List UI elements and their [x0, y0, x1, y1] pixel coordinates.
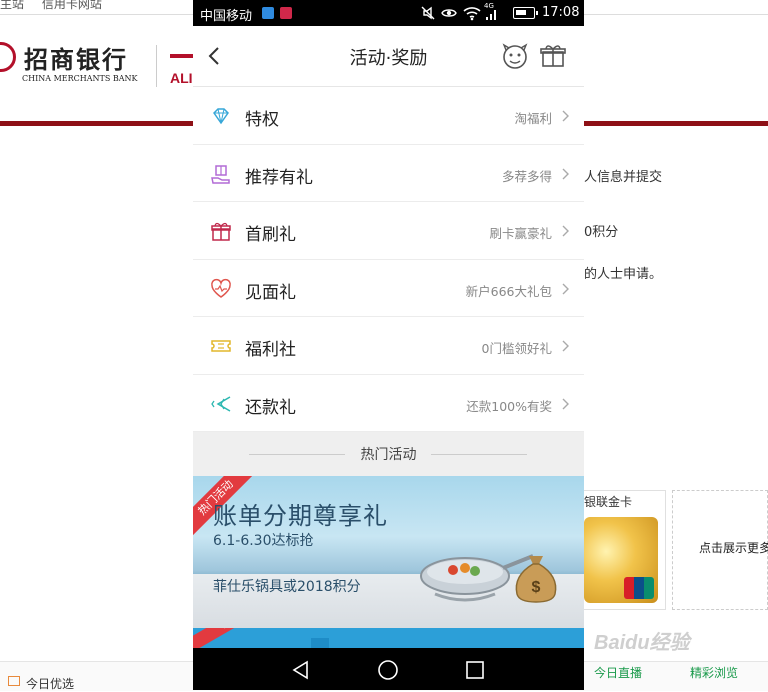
recents-square-icon[interactable]: [464, 659, 486, 681]
bank-logo-name: 招商银行: [24, 45, 128, 74]
menu-item-welcome-gift[interactable]: 见面礼 新户666大礼包: [193, 260, 584, 317]
bottom-right-link-2[interactable]: 精彩浏览: [690, 664, 738, 681]
carrier-name: 中国移动: [200, 9, 253, 24]
card-panel[interactable]: 银联金卡: [584, 490, 666, 610]
menu-item-value: 还款100%有奖: [466, 398, 552, 414]
banner-title: 账单分期尊享礼: [213, 502, 388, 530]
robot-assistant-icon[interactable]: [500, 42, 530, 70]
banner-graphic: [311, 638, 329, 648]
menu-item-label: 首刷礼: [245, 225, 296, 245]
menu-item-value: 淘福利: [514, 111, 552, 126]
eye-icon: [441, 9, 457, 17]
divider: [431, 454, 527, 455]
return-arrow-icon: [211, 395, 231, 412]
network-type: 4G: [484, 2, 494, 10]
banner-description: 菲仕乐锅具或2018积分: [213, 579, 361, 595]
diamond-icon: [213, 108, 229, 125]
clock: 17:08: [542, 5, 580, 20]
menu-item-value: 新户666大礼包: [465, 283, 552, 299]
phone-screen: 中国移动 4G 17:08 活动·奖励 特权 淘福利 推荐有礼 多荐多得 首刷礼…: [193, 0, 584, 690]
system-nav-bar: [193, 648, 584, 690]
ticket-icon: [211, 340, 231, 352]
status-bar: 中国移动 4G 17:08: [193, 0, 584, 26]
bottom-right-link-1[interactable]: 今日直播: [594, 664, 642, 681]
notification-app-icon-2: [280, 7, 292, 19]
wifi-icon: [463, 7, 481, 21]
bg-link-main[interactable]: 主站: [0, 0, 24, 10]
menu-item-label: 特权: [245, 110, 279, 130]
card-title: 银联金卡: [584, 495, 633, 509]
battery-tip: [536, 11, 538, 15]
chevron-right-icon: [562, 340, 569, 352]
partner-logo-text: ALI: [170, 70, 193, 86]
bg-text-line-3: 的人士申请。: [584, 267, 663, 282]
chevron-right-icon: [562, 168, 569, 179]
show-more-panel[interactable]: 点击展示更多: [672, 490, 768, 610]
menu-item-label: 见面礼: [245, 282, 296, 303]
watermark-text: Baidu经验: [594, 632, 690, 654]
gold-card-image: [584, 517, 658, 603]
menu-item-label: 福利社: [245, 340, 296, 360]
menu-item-value: 刷卡赢豪礼: [489, 226, 552, 241]
chevron-right-icon: [562, 283, 569, 294]
partner-logo-mark: [170, 54, 194, 58]
home-circle-icon[interactable]: [377, 659, 399, 681]
gift-hand-icon: [211, 164, 230, 184]
menu-item-repayment[interactable]: 还款礼 还款100%有奖: [193, 375, 584, 432]
hot-ribbon-2: 活动: [193, 628, 242, 648]
bank-logo-mark-icon: [0, 42, 16, 72]
bank-logo[interactable]: 招商银行 CHINA MERCHANTS BANK: [0, 40, 170, 90]
notification-app-icon: [262, 7, 274, 19]
svg-text:$: $: [532, 579, 541, 596]
unionpay-logo-icon: [624, 577, 654, 599]
activity-menu: 特权 淘福利 推荐有礼 多荐多得 首刷礼 刷卡赢豪礼 见面礼 新户666大礼包 …: [193, 87, 584, 432]
chevron-right-icon: [562, 225, 569, 237]
menu-item-welfare[interactable]: 福利社 0门槛领好礼: [193, 317, 584, 375]
battery-icon: [513, 7, 535, 19]
chevron-right-icon: [562, 398, 569, 409]
bottom-left-link[interactable]: 今日优选: [26, 675, 74, 692]
promo-banner-2[interactable]: 活动: [193, 628, 584, 648]
chevron-right-icon: [562, 110, 569, 122]
show-more-text: 点击展示更多: [699, 541, 768, 555]
menu-item-label: 还款礼: [245, 397, 296, 418]
back-triangle-icon[interactable]: [290, 659, 312, 681]
money-bag-icon: $: [515, 556, 557, 603]
menu-item-label: 推荐有礼: [245, 167, 313, 188]
bank-logo-english: CHINA MERCHANTS BANK: [22, 74, 138, 83]
watermark: Baidu经验: [588, 622, 728, 656]
banner-subtitle: 6.1-6.30达标抢: [213, 533, 314, 549]
menu-item-privilege[interactable]: 特权 淘福利: [193, 87, 584, 145]
gift-box-icon[interactable]: [540, 42, 566, 68]
menu-item-value: 多荐多得: [501, 168, 552, 184]
heart-icon: [211, 278, 231, 298]
gift-icon: [8, 676, 20, 686]
hot-activities-header: 热门活动: [193, 432, 584, 476]
menu-item-value: 0门槛领好礼: [481, 341, 552, 356]
bg-text-line-2: 0积分: [584, 225, 619, 240]
menu-item-first-swipe[interactable]: 首刷礼 刷卡赢豪礼: [193, 202, 584, 260]
promo-banner[interactable]: 热门活动 账单分期尊享礼 6.1-6.30达标抢 菲仕乐锅具或2018积分 $: [193, 476, 584, 628]
bg-text-line-1: 人信息并提交: [584, 170, 663, 185]
menu-item-referral[interactable]: 推荐有礼 多荐多得: [193, 145, 584, 202]
nav-bar: 活动·奖励: [193, 26, 584, 87]
bg-link-credit-card[interactable]: 信用卡网站: [42, 0, 102, 10]
logo-separator: [156, 45, 157, 87]
present-icon: [211, 222, 231, 241]
mute-icon: [421, 6, 435, 20]
